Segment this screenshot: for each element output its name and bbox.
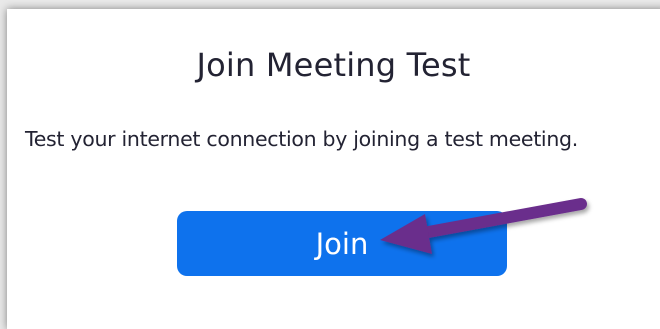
page-title: Join Meeting Test bbox=[196, 46, 471, 84]
join-button[interactable]: Join bbox=[177, 211, 507, 276]
page-description: Test your internet connection by joining… bbox=[25, 127, 578, 151]
join-button-label: Join bbox=[315, 226, 369, 261]
